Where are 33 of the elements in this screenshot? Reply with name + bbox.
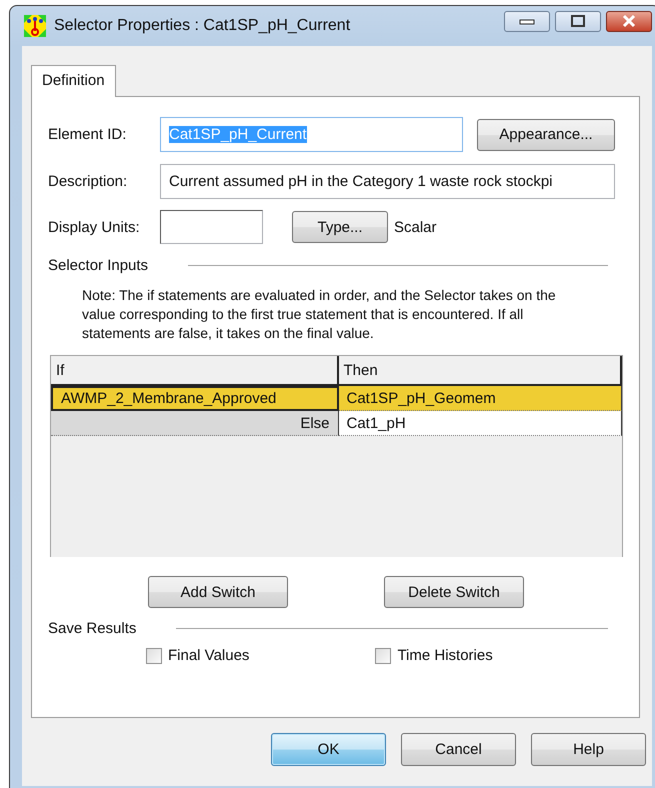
add-switch-button[interactable]: Add Switch — [148, 576, 288, 608]
field-label: Description: — [48, 173, 128, 190]
dialog-button[interactable]: OK — [271, 733, 386, 766]
delete-switch-button[interactable]: Delete Switch — [384, 576, 524, 608]
maximize-icon — [570, 15, 586, 27]
maximize-button[interactable] — [555, 10, 601, 32]
close-button[interactable] — [606, 10, 652, 32]
appearance-button[interactable]: Appearance... — [477, 118, 615, 150]
type-button[interactable]: Type... — [292, 211, 388, 243]
tab[interactable]: Definition — [31, 65, 116, 97]
app-icon — [24, 15, 46, 37]
minimize-button[interactable] — [504, 10, 550, 32]
table-cell: Cat1_pH — [338, 411, 622, 436]
section-heading: Selector Inputs — [48, 257, 148, 274]
description-field[interactable]: Current assumed pH in the Category 1 waste rock stockpi — [160, 164, 615, 199]
checkbox[interactable]: Final Values — [146, 647, 250, 664]
table-cell: AWMP_2_Membrane_Approved — [51, 386, 338, 411]
close-icon — [621, 14, 637, 28]
display-units-field[interactable] — [160, 210, 263, 244]
column-header: Then — [338, 356, 622, 386]
minimize-icon — [519, 17, 535, 25]
note-text: Note: The if statements are evaluated in order, and the Selector takes on the value corresponding to the first true statement that is encountered. If all statements are false, it takes on the final value. — [82, 286, 557, 343]
else-label: Else — [51, 411, 338, 436]
dialog-button[interactable]: Help — [531, 733, 646, 766]
checkbox[interactable]: Time Histories — [375, 647, 493, 664]
column-header: If — [51, 356, 338, 386]
table-cell: Cat1SP_pH_Geomem — [338, 386, 622, 411]
type-value: Scalar — [394, 218, 437, 236]
dialog-button[interactable]: Cancel — [401, 733, 516, 766]
field-label: Display Units: — [48, 218, 141, 236]
window-title: Selector Properties : Cat1SP_pH_Current — [54, 17, 352, 35]
section-heading: Save Results — [48, 620, 136, 637]
field-label: Element ID: — [48, 126, 128, 143]
